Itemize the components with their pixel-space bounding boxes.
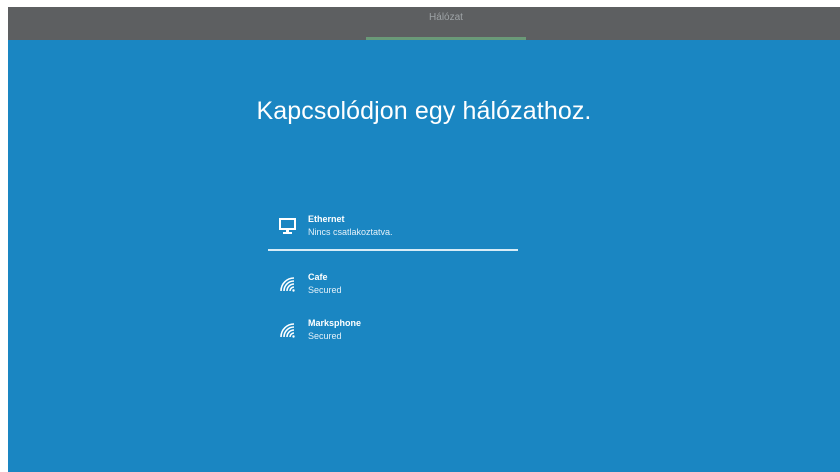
network-status: Secured (308, 285, 342, 295)
network-item-marksphone[interactable]: Marksphone Secured (268, 309, 528, 349)
network-item-ethernet[interactable]: Ethernet Nincs csatlakoztatva. (268, 205, 528, 245)
network-name: Cafe (308, 272, 328, 282)
page-title: Kapcsolódjon egy hálózathoz. (256, 97, 592, 125)
network-name: Ethernet (308, 214, 345, 224)
wifi-icon (278, 275, 298, 293)
network-item-cafe[interactable]: Cafe Secured (268, 263, 528, 303)
tab-network[interactable]: Hálózat (366, 7, 526, 40)
network-status: Secured (308, 331, 342, 341)
network-status: Nincs csatlakoztatva. (308, 227, 393, 237)
ethernet-monitor-icon (278, 217, 298, 235)
selection-underline (268, 249, 518, 251)
network-name: Marksphone (308, 318, 362, 328)
wifi-icon (278, 321, 298, 339)
tab-active-indicator (366, 37, 526, 40)
top-bar: Hálózat (8, 7, 840, 40)
